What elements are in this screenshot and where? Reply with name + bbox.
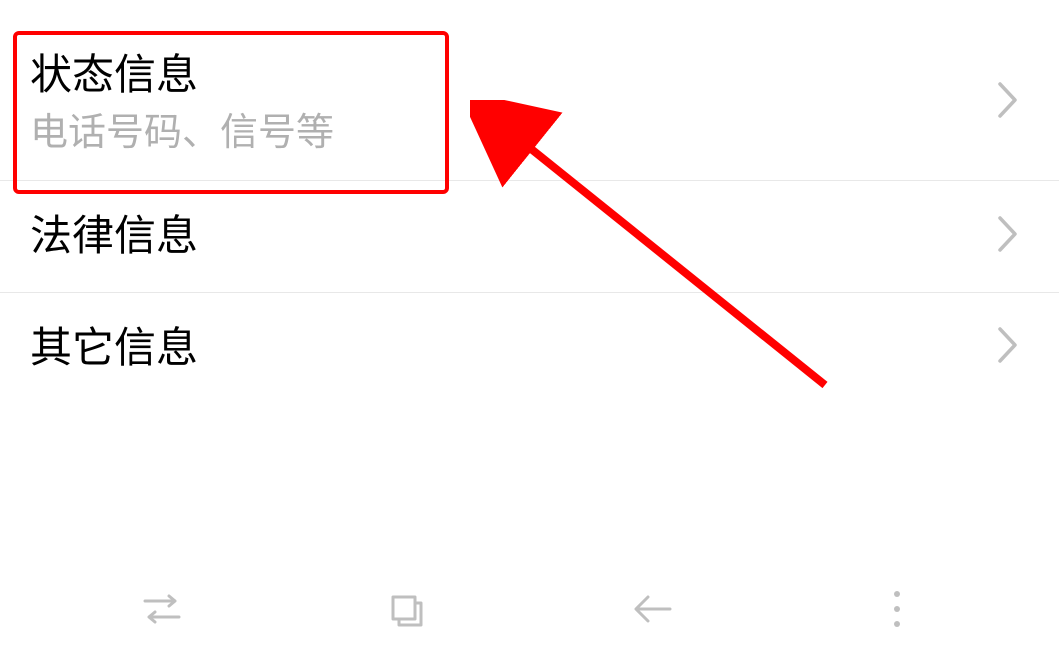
settings-list: 状态信息 电话号码、信号等 法律信息 其它信息 (0, 0, 1059, 403)
navigation-bar (0, 556, 1059, 661)
back-button[interactable] (622, 579, 682, 639)
status-info-item[interactable]: 状态信息 电话号码、信号等 (0, 30, 1059, 181)
item-text-block: 状态信息 电话号码、信号等 (30, 48, 334, 158)
chevron-right-icon (997, 81, 1019, 124)
chevron-right-icon (997, 326, 1019, 369)
other-info-item[interactable]: 其它信息 (0, 293, 1059, 404)
legal-info-item[interactable]: 法律信息 (0, 181, 1059, 293)
chevron-right-icon (997, 215, 1019, 258)
item-title: 状态信息 (30, 48, 334, 103)
item-text-block: 法律信息 (30, 209, 198, 264)
item-title: 法律信息 (30, 209, 198, 264)
item-text-block: 其它信息 (30, 321, 198, 376)
home-button[interactable] (377, 579, 437, 639)
item-title: 其它信息 (30, 321, 198, 376)
recent-apps-button[interactable] (132, 579, 192, 639)
menu-button[interactable] (867, 579, 927, 639)
item-subtitle: 电话号码、信号等 (30, 109, 334, 158)
